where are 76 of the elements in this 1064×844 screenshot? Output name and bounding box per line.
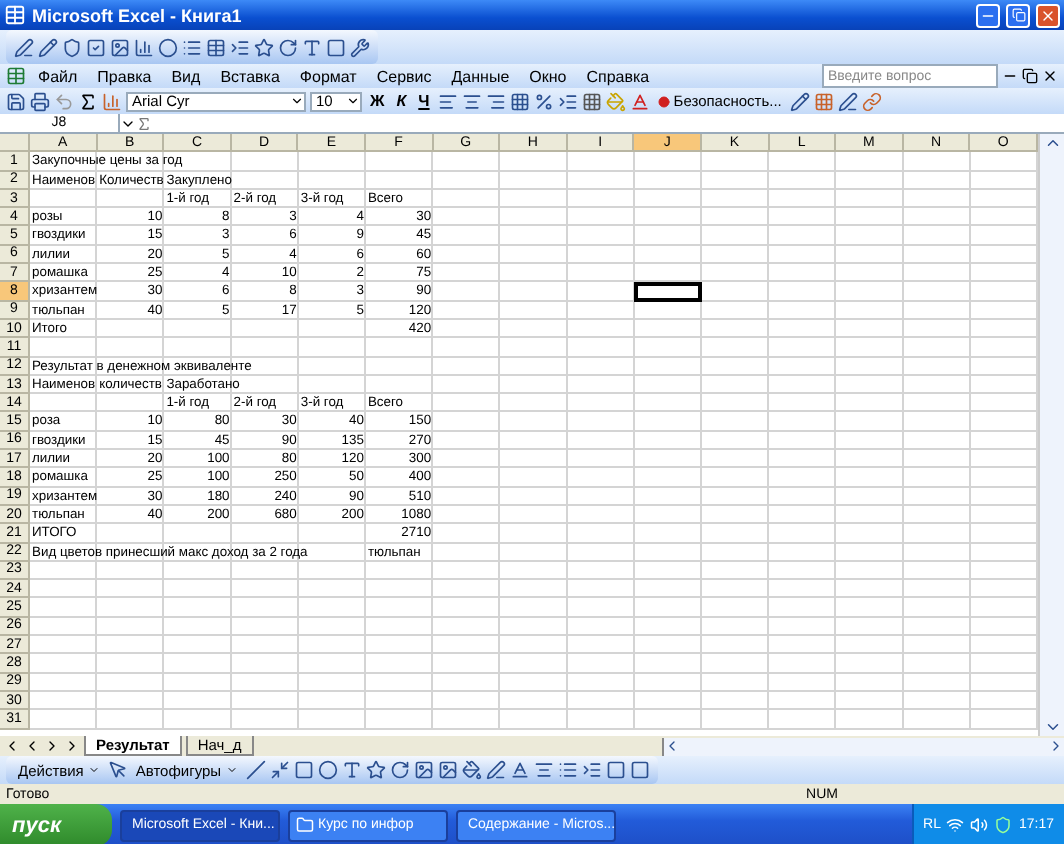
network-icon[interactable] (946, 816, 965, 834)
window-title: Microsoft Excel - Книга1 (32, 5, 244, 25)
pencil-icon[interactable] (789, 91, 810, 111)
previous-sheet-icon[interactable] (24, 738, 40, 754)
image-icon[interactable] (110, 37, 130, 57)
pencil-icon[interactable] (38, 37, 58, 57)
excel-icon[interactable] (6, 66, 26, 86)
align-right-icon[interactable] (485, 91, 506, 111)
table-icon[interactable] (206, 37, 226, 57)
caret-icon (290, 94, 304, 108)
list-icon[interactable] (182, 37, 202, 57)
scroll-down-icon[interactable] (1043, 718, 1061, 736)
rectangle-icon[interactable] (293, 760, 314, 780)
bold-button[interactable]: Ж (366, 92, 389, 110)
folder-icon (296, 816, 314, 834)
restore-icon[interactable] (1022, 68, 1038, 84)
align-left-icon[interactable] (437, 91, 458, 111)
font-color-icon[interactable] (509, 760, 530, 780)
menu-item[interactable]: Файл (30, 67, 86, 85)
scroll-right-icon[interactable] (1048, 738, 1064, 754)
print-icon[interactable] (30, 91, 50, 111)
arrow-icon[interactable] (269, 760, 290, 780)
borders-icon[interactable] (581, 91, 602, 111)
menu-item[interactable]: Вставка (212, 67, 288, 85)
pen-icon[interactable] (837, 91, 858, 111)
line-color-icon[interactable] (485, 760, 506, 780)
pen-icon[interactable] (14, 37, 34, 57)
menu-item[interactable]: Данные (443, 67, 518, 85)
first-sheet-icon[interactable] (4, 738, 20, 754)
menu-item[interactable]: Правка (89, 67, 160, 85)
restore-icon (1011, 8, 1025, 22)
line-icon[interactable] (245, 760, 266, 780)
menu-item[interactable]: Формат (291, 67, 365, 85)
underline-button[interactable]: Ч (414, 92, 434, 110)
menu-item[interactable]: Вид (163, 67, 209, 85)
font-color-icon[interactable] (629, 91, 650, 111)
caret-icon (225, 764, 238, 776)
menu-item[interactable]: Справка (578, 67, 658, 85)
close-icon[interactable] (1042, 68, 1058, 84)
text-icon[interactable] (302, 37, 322, 57)
frame-icon[interactable] (326, 37, 346, 57)
fill-color-icon[interactable] (461, 760, 482, 780)
excel-icon (4, 4, 26, 26)
link-icon[interactable] (861, 91, 882, 111)
fill-color-icon[interactable] (605, 91, 626, 111)
minimize-button[interactable] (976, 3, 1000, 27)
chart-icon[interactable] (134, 37, 154, 57)
save-icon[interactable] (6, 91, 26, 111)
caret-icon (346, 94, 360, 108)
caret-icon (87, 764, 100, 776)
dot-icon (657, 95, 670, 107)
picture-icon[interactable] (437, 760, 458, 780)
italic-button[interactable]: К (392, 92, 411, 110)
wrench-icon[interactable] (350, 37, 370, 57)
menu-item[interactable]: Сервис (368, 67, 440, 85)
volume-icon[interactable] (970, 816, 989, 834)
next-sheet-icon[interactable] (44, 738, 60, 754)
menu-item[interactable]: Окно (521, 67, 575, 85)
text-box-icon[interactable] (341, 760, 362, 780)
last-sheet-icon[interactable] (64, 738, 80, 754)
shield-icon[interactable] (62, 37, 82, 57)
indent-icon[interactable] (230, 37, 250, 57)
oval-icon[interactable] (317, 760, 338, 780)
sum-icon[interactable] (78, 91, 98, 111)
restore-button[interactable] (1006, 3, 1030, 27)
close-button[interactable] (1036, 3, 1060, 27)
scroll-up-icon[interactable] (1043, 134, 1061, 152)
grid-icon[interactable] (813, 91, 834, 111)
star-icon[interactable] (254, 37, 274, 57)
checkbox-icon[interactable] (86, 37, 106, 57)
percent-icon[interactable] (533, 91, 554, 111)
indent-icon[interactable] (557, 91, 578, 111)
scroll-left-icon[interactable] (664, 738, 680, 754)
align-center-icon[interactable] (461, 91, 482, 111)
close-icon (1040, 7, 1056, 23)
pointer-icon[interactable] (107, 760, 128, 780)
